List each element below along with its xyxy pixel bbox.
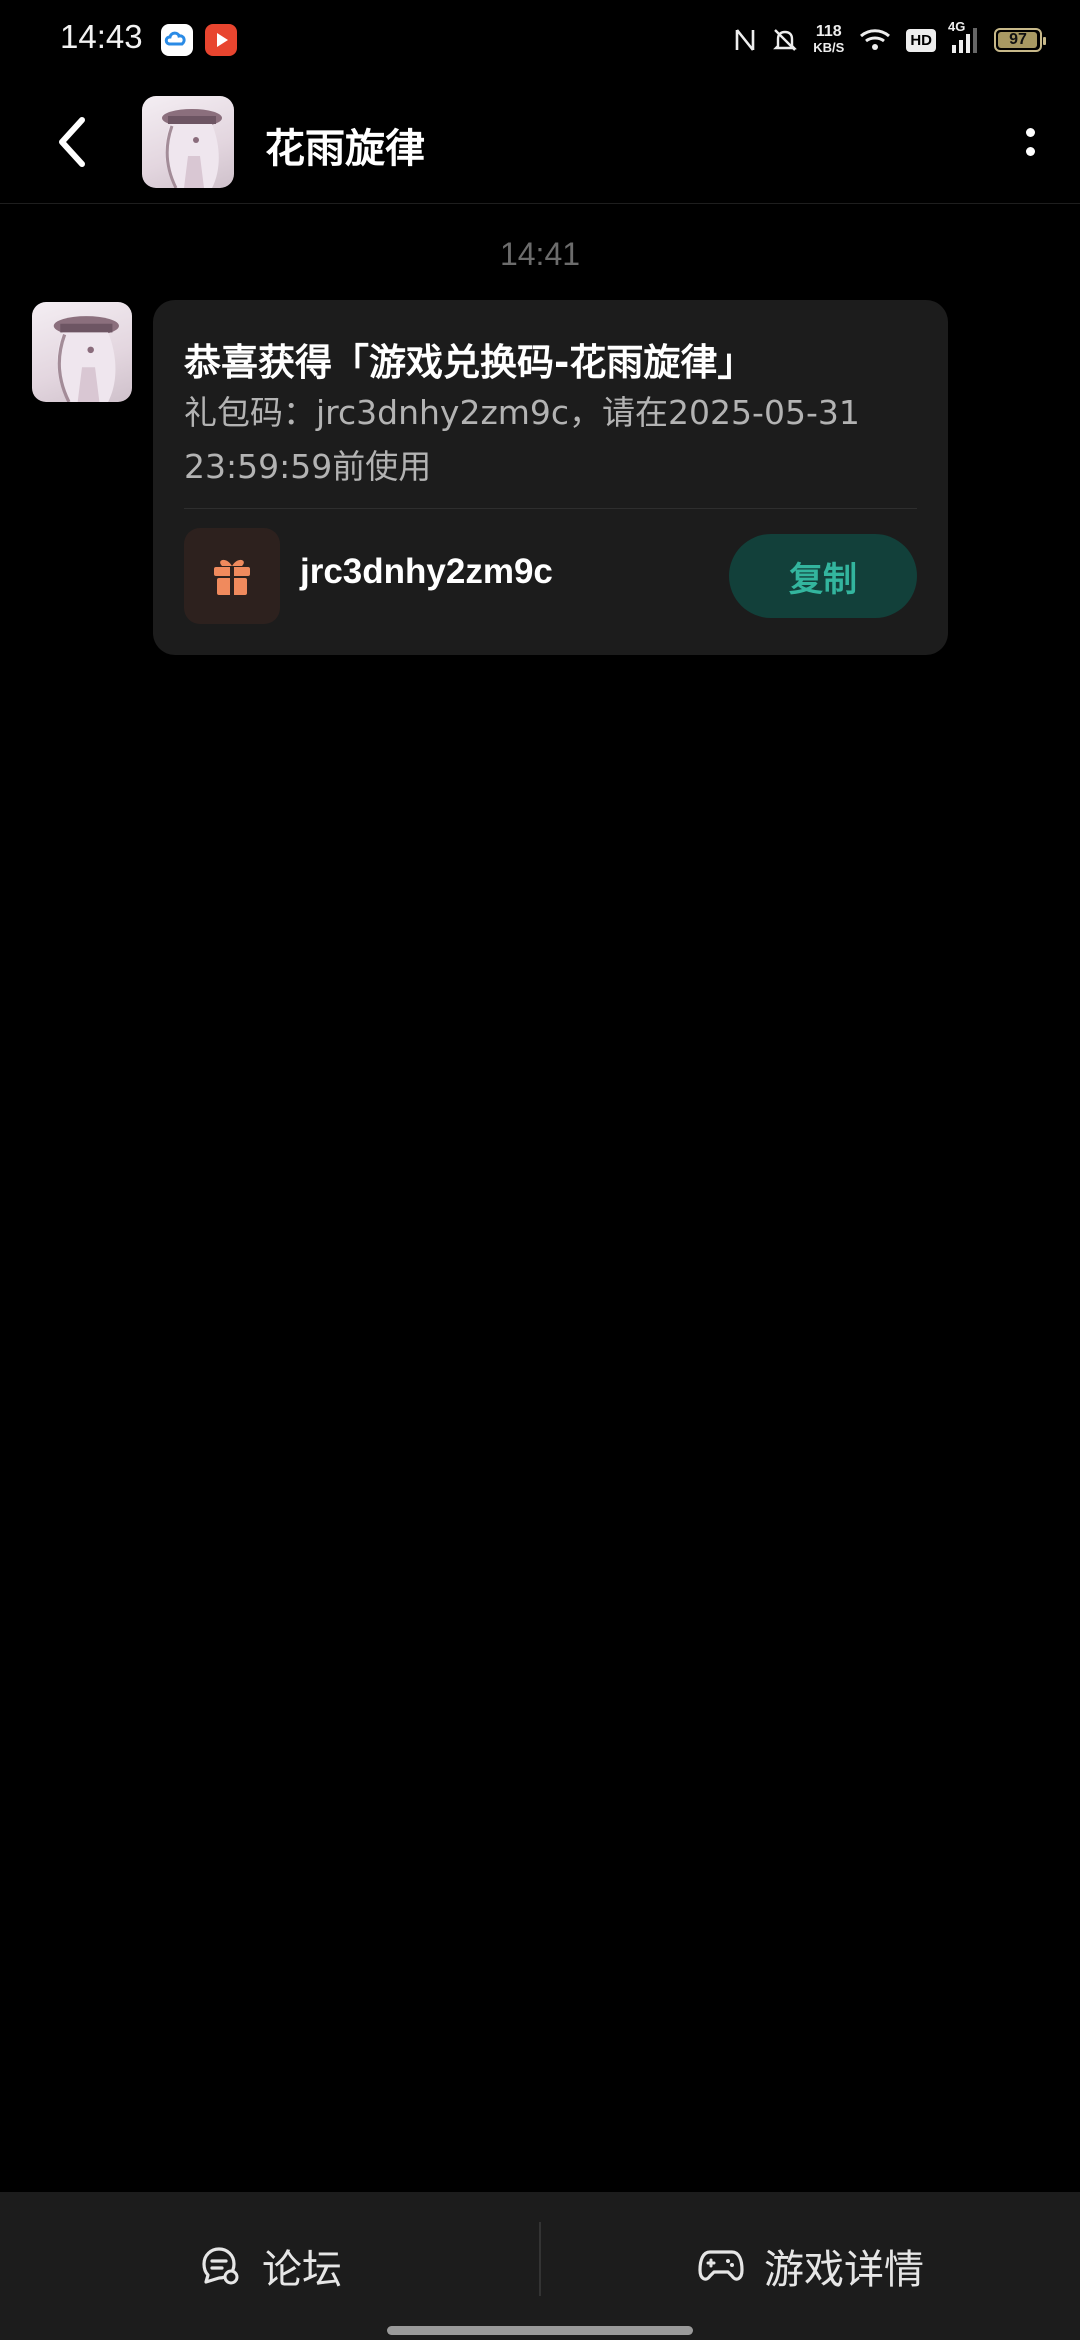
network-speed: 118 KB/S bbox=[813, 23, 845, 56]
game-avatar[interactable] bbox=[142, 96, 234, 188]
status-time: 14:43 bbox=[60, 18, 143, 55]
battery-percent: 97 bbox=[1009, 31, 1027, 48]
forum-label: 论坛 bbox=[262, 2247, 342, 2293]
copy-button[interactable]: 复制 bbox=[729, 534, 917, 618]
cloud-app-icon bbox=[161, 24, 193, 56]
hd-badge: HD bbox=[906, 28, 936, 52]
more-dot-icon bbox=[1025, 147, 1035, 156]
more-dot-icon bbox=[1025, 128, 1035, 137]
message-title: 恭喜获得「游戏兑换码-花雨旋律」 bbox=[184, 341, 755, 384]
status-bar: 14:43 118 KB/S HD 4G 97 bbox=[0, 0, 1080, 80]
message-description: 礼包码：jrc3dnhy2zm9c，请在2025-05-31 23:59:59前… bbox=[184, 393, 860, 486]
gamepad-icon bbox=[698, 2250, 744, 2281]
wifi-icon bbox=[858, 26, 892, 54]
gift-icon bbox=[184, 528, 280, 624]
battery-indicator: 97 bbox=[994, 28, 1046, 52]
bell-muted-icon bbox=[771, 26, 799, 54]
game-details-label: 游戏详情 bbox=[764, 2247, 924, 2293]
nfc-icon bbox=[733, 26, 757, 54]
chat-screen: 14:43 118 KB/S HD 4G 97 花雨旋律 14:41 恭喜获得「… bbox=[0, 0, 1080, 2340]
gift-code-message-card: 恭喜获得「游戏兑换码-花雨旋律」 礼包码：jrc3dnhy2zm9c，请在202… bbox=[153, 300, 948, 655]
chat-title: 花雨旋律 bbox=[265, 126, 425, 172]
home-indicator[interactable] bbox=[387, 2326, 693, 2335]
divider bbox=[184, 508, 917, 509]
gift-code-text: jrc3dnhy2zm9c bbox=[300, 552, 553, 591]
more-options-button[interactable] bbox=[998, 104, 1062, 180]
cellular-signal-icon: 4G bbox=[948, 19, 980, 55]
chat-header: 花雨旋律 bbox=[0, 80, 1080, 204]
message-timestamp: 14:41 bbox=[499, 236, 581, 272]
forum-button[interactable]: 论坛 bbox=[198, 2192, 342, 2340]
game-details-button[interactable]: 游戏详情 bbox=[698, 2192, 924, 2340]
forum-chat-icon bbox=[202, 2247, 239, 2285]
chevron-left-icon bbox=[59, 117, 85, 167]
bottom-bar: 论坛 游戏详情 bbox=[0, 2192, 1080, 2340]
back-button[interactable] bbox=[40, 110, 104, 174]
bottom-bar-divider bbox=[539, 2222, 541, 2296]
video-app-icon bbox=[205, 24, 237, 56]
sender-avatar[interactable] bbox=[32, 302, 132, 402]
